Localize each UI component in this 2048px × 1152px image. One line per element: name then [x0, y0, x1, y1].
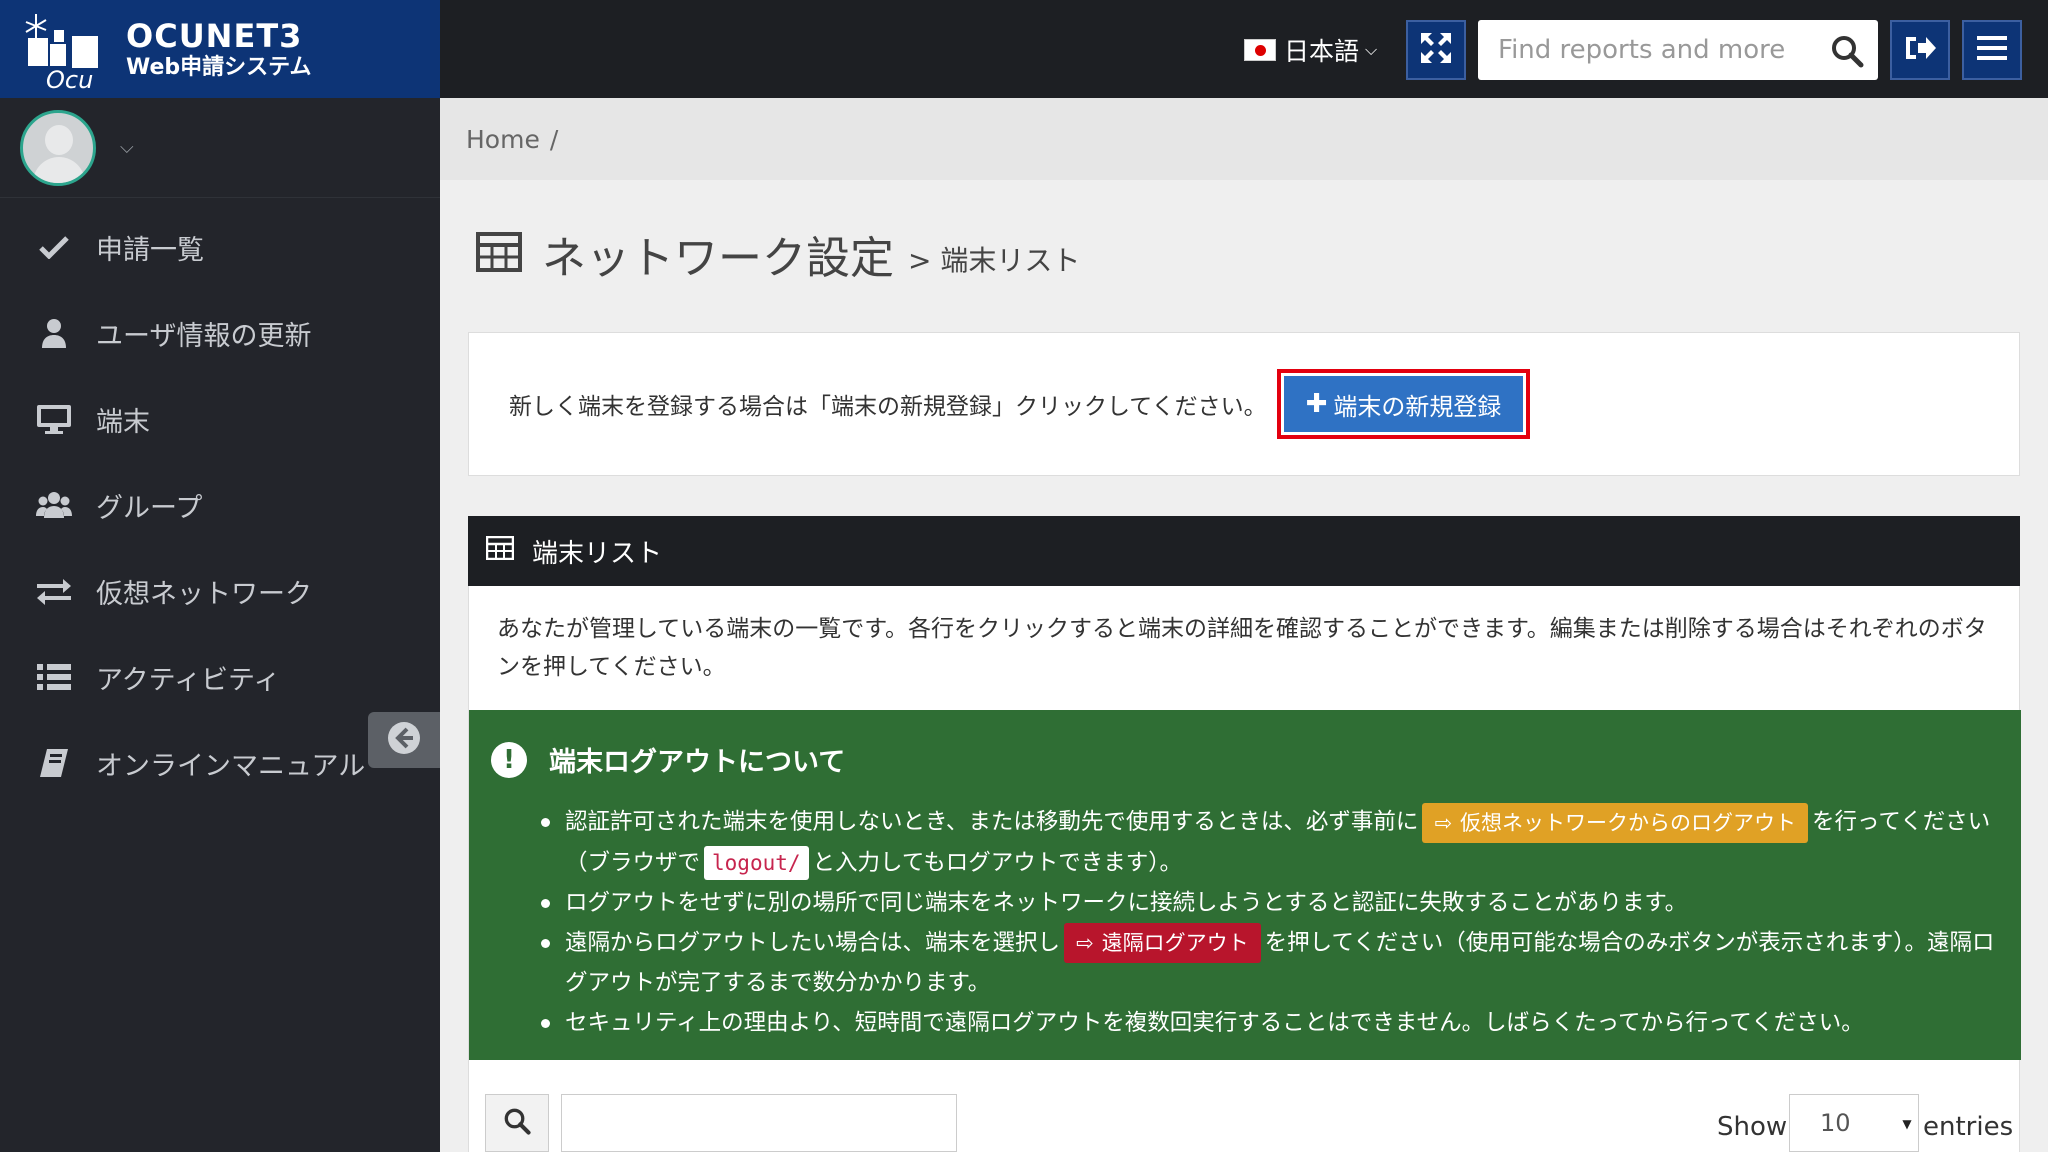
sidebar-item-devices[interactable]: 端末	[0, 376, 440, 462]
breadcrumb-separator: /	[549, 124, 559, 154]
alert-title: ! 端末ログアウトについて	[491, 740, 845, 779]
alert-text: ログアウトをせずに別の場所で同じ端末をネットワークに接続しようとすると認証に失敗…	[565, 889, 1688, 916]
table-icon	[476, 232, 522, 276]
add-device-button-label: 端末の新規登録	[1333, 392, 1502, 421]
avatar	[20, 109, 96, 186]
sidebar-item-applications[interactable]: 申請一覧	[0, 204, 440, 290]
sidebar: ⌵ 申請一覧 ユーザ情報の更新 端末 グループ 仮想ネットワーク アクティビティ…	[0, 98, 440, 1152]
logo-text: OCUNET3 Web申請システム	[126, 17, 312, 81]
register-box: 新しく端末を登録する場合は「端末の新規登録」クリックしてください。 ✚ 端末の新…	[468, 332, 2020, 476]
fullscreen-button[interactable]	[1406, 20, 1466, 80]
add-device-button[interactable]: ✚ 端末の新規登録	[1283, 376, 1524, 432]
plus-icon: ✚	[1305, 389, 1328, 419]
caret-down-icon: ▼	[1902, 1117, 1912, 1131]
entries-select-value: 10	[1820, 1109, 1851, 1137]
search-icon	[503, 1107, 531, 1139]
show-label: Show	[1717, 1112, 1788, 1142]
svg-text:Ocu: Ocu	[46, 66, 93, 90]
logo-subtitle: Web申請システム	[126, 55, 312, 80]
panel-title: 端末リスト	[532, 538, 663, 569]
breadcrumb: Home /	[440, 98, 2048, 180]
page-subtitle: > 端末リスト	[908, 244, 1081, 277]
chip-label: 遠隔ログアウト	[1101, 931, 1249, 955]
sidebar-collapse-button[interactable]	[368, 712, 440, 768]
breadcrumb-home[interactable]: Home	[466, 125, 540, 154]
sidebar-item-label: アクティビティ	[96, 664, 281, 696]
alert-title-text: 端末ログアウトについて	[549, 747, 846, 778]
user-icon	[36, 315, 72, 351]
logout-alert: ! 端末ログアウトについて 認証許可された端末を使用しないとき、または移動先で使…	[469, 710, 2021, 1060]
table-search-button[interactable]	[485, 1094, 549, 1152]
alert-text: セキュリティ上の理由より、短時間で遠隔ログアウトを複数回実行することはできません…	[565, 1010, 1864, 1036]
list-item: ログアウトをせずに別の場所で同じ端末をネットワークに接続しようとすると認証に失敗…	[541, 883, 2001, 923]
logout-button[interactable]	[1890, 20, 1950, 80]
sidebar-item-label: 申請一覧	[96, 234, 204, 266]
check-icon	[36, 229, 72, 265]
sidebar-item-label: 端末	[96, 406, 150, 438]
logout-code: logout/	[704, 846, 809, 880]
japan-flag-icon	[1244, 39, 1276, 61]
sidebar-item-user-info[interactable]: ユーザ情報の更新	[0, 290, 440, 376]
logout-icon	[1904, 33, 1936, 67]
list-item: 遠隔からログアウトしたい場合は、端末を選択し ⇨ 遠隔ログアウト を押してください（使…	[541, 923, 2001, 1004]
chip-label: 仮想ネットワークからのログアウト	[1460, 810, 1797, 835]
sidebar-item-groups[interactable]: グループ	[0, 462, 440, 548]
alert-text: と入力してもログアウトできます）。	[812, 849, 1182, 876]
alert-text: 認証許可された端末を使用しないとき、または移動先で使用するときは、必ず事前に	[565, 809, 1419, 835]
virtual-network-logout-button[interactable]: ⇨ 仮想ネットワークからのログアウト	[1422, 802, 1809, 843]
logo-mark-icon: Ocu	[22, 8, 110, 94]
chevron-down-icon: ⌵	[120, 137, 134, 158]
list-item: セキュリティ上の理由より、短時間で遠隔ログアウトを複数回実行することはできません…	[541, 1003, 2001, 1043]
exchange-icon	[36, 573, 72, 609]
menu-icon	[1977, 35, 2007, 65]
book-icon	[36, 745, 72, 781]
sidebar-item-virtual-network[interactable]: 仮想ネットワーク	[0, 548, 440, 634]
exclamation-circle-icon: !	[491, 741, 527, 778]
language-label: 日本語	[1284, 37, 1360, 66]
page-title: ネットワーク設定 > 端末リスト	[476, 222, 1080, 286]
device-list-panel: あなたが管理している端末の一覧です。各行をクリックすると端末の詳細を確認すること…	[468, 586, 2021, 1152]
fullscreen-icon	[1419, 31, 1453, 69]
language-selector[interactable]: 日本語 ⌵	[1244, 34, 1377, 66]
list-icon	[36, 659, 72, 695]
global-search-input[interactable]	[1498, 22, 1828, 78]
entries-select[interactable]: 10 ▼	[1789, 1094, 1919, 1152]
entries-label: entries	[1923, 1112, 2014, 1142]
users-icon	[36, 487, 72, 523]
top-bar: Ocu OCUNET3 Web申請システム 日本語 ⌵	[0, 0, 2048, 98]
device-list-panel-header: 端末リスト	[468, 516, 2020, 586]
chevron-down-icon: ⌵	[1365, 40, 1378, 59]
page-title-text: ネットワーク設定	[542, 233, 894, 284]
sidebar-item-label: オンラインマニュアル	[96, 750, 366, 782]
register-button-highlight: ✚ 端末の新規登録	[1276, 369, 1531, 439]
arrow-left-circle-icon	[387, 721, 421, 759]
alert-text: 遠隔からログアウトしたい場合は、端末を選択し	[565, 929, 1061, 956]
monitor-icon	[36, 401, 72, 437]
logout-icon: ⇨	[1434, 810, 1453, 835]
panel-description: あなたが管理している端末の一覧です。各行をクリックすると端末の詳細を確認すること…	[497, 616, 1987, 680]
menu-button[interactable]	[1962, 20, 2022, 80]
global-search	[1478, 20, 1878, 80]
register-message: 新しく端末を登録する場合は「端末の新規登録」クリックしてください。	[509, 394, 1267, 420]
remote-logout-chip: ⇨ 遠隔ログアウト	[1064, 923, 1261, 963]
sidebar-item-label: 仮想ネットワーク	[96, 578, 312, 610]
table-icon	[485, 535, 515, 567]
list-item: 認証許可された端末を使用しないとき、または移動先で使用するときは、必ず事前に ⇨ 仮…	[541, 802, 2001, 883]
logout-icon: ⇨	[1076, 931, 1094, 955]
user-profile[interactable]: ⌵	[0, 98, 440, 198]
table-tools: Show 10 ▼ entries	[469, 1060, 2021, 1152]
logo-title: OCUNET3	[126, 17, 303, 55]
sidebar-item-activity[interactable]: アクティビティ	[0, 634, 440, 720]
sidebar-item-label: ユーザ情報の更新	[96, 320, 312, 352]
table-search-input[interactable]	[561, 1094, 957, 1152]
sidebar-item-label: グループ	[96, 492, 203, 524]
alert-list: 認証許可された端末を使用しないとき、または移動先で使用するときは、必ず事前に ⇨ 仮…	[541, 802, 2001, 1043]
app-logo[interactable]: Ocu OCUNET3 Web申請システム	[0, 0, 440, 98]
search-icon[interactable]	[1830, 34, 1864, 72]
